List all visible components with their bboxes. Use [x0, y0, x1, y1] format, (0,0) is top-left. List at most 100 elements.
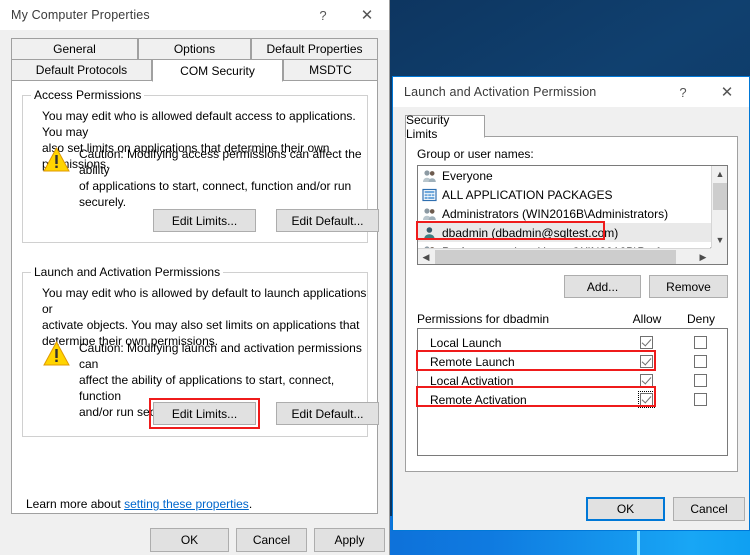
tab-security-limits[interactable]: Security Limits — [405, 113, 485, 141]
people-icon — [423, 169, 436, 182]
learn-more-line: Learn more about setting these propertie… — [26, 497, 252, 511]
access-edit-default-button[interactable]: Edit Default... — [276, 209, 379, 232]
com-security-page: Access Permissions You may edit who is a… — [11, 80, 379, 514]
access-caution-line1: Caution: Modifying access permissions ca… — [79, 147, 362, 177]
tab-options[interactable]: Options — [138, 38, 251, 60]
permission-row-remote-launch[interactable]: Remote Launch — [418, 352, 727, 371]
scrollbar-corner — [711, 248, 727, 264]
learn-more-suffix: . — [248, 497, 253, 511]
warning-triangle-icon — [43, 147, 70, 172]
scroll-thumb[interactable] — [713, 183, 727, 210]
listbox-vertical-scrollbar[interactable]: ▲ ▼ — [711, 166, 727, 248]
permission-row-local-activation[interactable]: Local Activation — [418, 371, 727, 390]
list-item-label: dbadmin (dbadmin@sqltest.com) — [442, 225, 619, 240]
list-item[interactable]: Everyone — [418, 166, 727, 185]
access-caution-line3: securely. — [79, 195, 127, 209]
permission-name: Local Activation — [430, 373, 514, 388]
permission-row-local-launch[interactable]: Local Launch — [418, 333, 727, 352]
allow-checkbox-cell[interactable] — [619, 355, 673, 368]
scroll-right-icon[interactable]: ▶ — [695, 249, 711, 264]
deny-checkbox-cell[interactable] — [673, 393, 727, 406]
access-desc-line1: You may edit who is allowed default acce… — [42, 109, 356, 139]
permissions-header: Permissions for dbadmin Allow Deny — [417, 309, 728, 326]
deny-checkbox[interactable] — [693, 355, 707, 368]
permission-name: Remote Activation — [430, 392, 527, 407]
scroll-thumb-h[interactable] — [435, 250, 676, 264]
help-icon[interactable]: ? — [661, 77, 705, 107]
scroll-down-icon[interactable]: ▼ — [712, 232, 727, 248]
launch-caution-line1: Caution: Modifying launch and activation… — [79, 341, 362, 371]
launch-permissions-group: Launch and Activation Permissions You ma… — [22, 265, 379, 437]
deny-checkbox-cell[interactable] — [673, 355, 727, 368]
allow-checkbox-cell[interactable] — [619, 374, 673, 387]
person-icon — [424, 226, 435, 239]
learn-more-prefix: Learn more about — [26, 497, 125, 511]
access-caution-line2: of applications to start, connect, funct… — [79, 179, 352, 193]
dialog-body: General Options Default Properties Defau… — [0, 30, 389, 555]
launch-desc-line2: activate objects. You may also set limit… — [42, 318, 360, 332]
tab-msdtc[interactable]: MSDTC — [283, 59, 378, 81]
package-icon — [422, 188, 437, 201]
group-or-user-names-label: Group or user names: — [417, 147, 534, 161]
allow-column-header: Allow — [632, 312, 662, 326]
window-title: My Computer Properties — [11, 8, 150, 22]
access-edit-limits-button[interactable]: Edit Limits... — [153, 209, 256, 232]
people-icon — [423, 207, 436, 220]
add-button[interactable]: Add... — [564, 275, 641, 298]
close-icon[interactable]: ✕ — [345, 0, 389, 30]
titlebar: My Computer Properties ? ✕ — [0, 0, 389, 30]
permission-name: Remote Launch — [430, 354, 515, 369]
access-caution-text: Caution: Modifying access permissions ca… — [79, 146, 367, 210]
tab-strip: Security Limits — [405, 113, 485, 141]
properties-cancel-button[interactable]: Cancel — [236, 528, 307, 552]
deny-column-header: Deny — [686, 312, 715, 326]
properties-ok-button[interactable]: OK — [150, 528, 229, 552]
permissions-for-label: Permissions for dbadmin — [417, 312, 550, 326]
launch-edit-limits-button[interactable]: Edit Limits... — [153, 402, 256, 425]
titlebar: Launch and Activation Permission ? ✕ — [393, 77, 749, 107]
listbox-horizontal-scrollbar[interactable]: ◀ ▶ — [418, 248, 711, 264]
scroll-left-icon[interactable]: ◀ — [418, 249, 434, 264]
allow-checkbox-cell[interactable] — [619, 336, 673, 349]
tab-general[interactable]: General — [11, 38, 138, 60]
deny-checkbox-cell[interactable] — [673, 336, 727, 349]
permissions-listbox[interactable]: Local Launch Remote Launch Local Activat… — [417, 328, 728, 456]
launch-edit-default-button[interactable]: Edit Default... — [276, 402, 379, 425]
allow-checkbox[interactable] — [637, 391, 655, 408]
help-icon[interactable]: ? — [301, 0, 345, 30]
launch-cancel-button[interactable]: Cancel — [673, 497, 745, 521]
deny-checkbox[interactable] — [693, 336, 707, 349]
scroll-up-icon[interactable]: ▲ — [712, 166, 727, 182]
deny-checkbox-cell[interactable] — [673, 374, 727, 387]
setting-these-properties-link[interactable]: setting these properties — [124, 497, 249, 511]
group-user-listbox[interactable]: Everyone ALL APPLICATION PACKAGES Admini… — [417, 165, 728, 265]
window-title: Launch and Activation Permission — [404, 85, 597, 99]
access-permissions-legend: Access Permissions — [31, 88, 145, 102]
properties-apply-button[interactable]: Apply — [314, 528, 385, 552]
deny-checkbox[interactable] — [693, 393, 707, 406]
list-item[interactable]: ALL APPLICATION PACKAGES — [418, 185, 727, 204]
access-permissions-group: Access Permissions You may edit who is a… — [22, 88, 379, 243]
list-item-label: ALL APPLICATION PACKAGES — [442, 187, 613, 202]
tab-default-protocols[interactable]: Default Protocols — [11, 59, 152, 81]
launch-ok-button[interactable]: OK — [586, 497, 665, 521]
remove-button[interactable]: Remove — [649, 275, 728, 298]
allow-checkbox[interactable] — [639, 355, 653, 368]
permission-name: Local Launch — [430, 335, 502, 350]
allow-checkbox-cell[interactable] — [619, 391, 673, 408]
permission-row-remote-activation[interactable]: Remote Activation — [418, 390, 727, 409]
tab-default-properties[interactable]: Default Properties — [251, 38, 378, 60]
launch-desc-line1: You may edit who is allowed by default t… — [42, 286, 367, 316]
tab-strip: General Options Default Properties Defau… — [11, 38, 378, 82]
warning-triangle-icon — [43, 341, 70, 366]
allow-checkbox[interactable] — [639, 374, 653, 387]
allow-checkbox[interactable] — [639, 336, 653, 349]
close-icon[interactable]: ✕ — [705, 77, 749, 107]
list-item[interactable]: Administrators (WIN2016B\Administrators) — [418, 204, 727, 223]
launch-activation-permission-dialog: Launch and Activation Permission ? ✕ Sec… — [392, 76, 750, 531]
deny-checkbox[interactable] — [693, 374, 707, 387]
launch-permissions-legend: Launch and Activation Permissions — [31, 265, 224, 279]
tab-com-security[interactable]: COM Security — [152, 59, 283, 82]
list-item-label: Administrators (WIN2016B\Administrators) — [442, 206, 669, 221]
list-item-dbadmin[interactable]: dbadmin (dbadmin@sqltest.com) — [418, 223, 727, 242]
